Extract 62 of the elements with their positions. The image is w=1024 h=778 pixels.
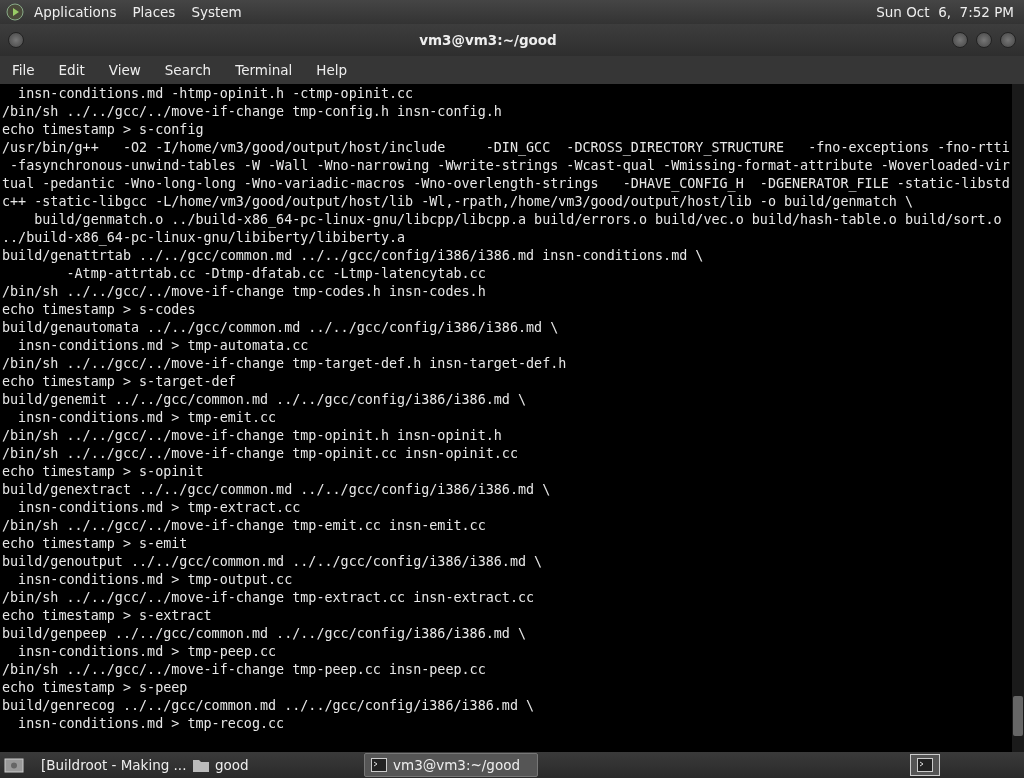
- menu-item[interactable]: File: [4, 62, 43, 78]
- terminal-line: /bin/sh ../../gcc/../move-if-change tmp-codes.h insn-codes.h: [2, 283, 487, 301]
- terminal-line: /bin/sh ../../gcc/../move-if-change tmp-extract.cc insn-extract.cc: [2, 589, 536, 607]
- terminal-line: /bin/sh ../../gcc/../move-if-change tmp-peep.cc insn-peep.cc: [2, 661, 487, 679]
- taskbar-item[interactable]: good: [186, 753, 360, 777]
- show-desktop-icon[interactable]: [4, 756, 24, 774]
- close-button[interactable]: [1000, 32, 1016, 48]
- maximize-button[interactable]: [976, 32, 992, 48]
- clock[interactable]: Sun Oct 6, 7:52 PM: [876, 4, 1018, 20]
- panel-menu[interactable]: Applications: [28, 4, 123, 20]
- terminal-line: build/genextract ../../gcc/common.md ../../gcc/config/i386/i386.md \: [2, 481, 552, 499]
- taskbar-item[interactable]: vm3@vm3:~/good: [364, 753, 538, 777]
- workspace-switcher[interactable]: [910, 754, 940, 776]
- terminal-line: insn-conditions.md > tmp-output.cc: [17, 571, 294, 589]
- terminal-line: echo timestamp > s-opinit: [2, 463, 205, 481]
- terminal-line: echo timestamp > s-extract: [2, 607, 213, 625]
- terminal-line: c++ -static-libgcc -L/home/vm3/good/output/host/lib -Wl,-rpath,/home/vm3/good/output/host/lib -o build/genmatch \: [2, 193, 914, 211]
- scrollbar[interactable]: [1011, 84, 1024, 752]
- terminal-line: /bin/sh ../../gcc/../move-if-change tmp-opinit.h insn-opinit.h: [2, 427, 503, 445]
- terminal-line: echo timestamp > s-config: [2, 121, 205, 139]
- terminal-line: insn-conditions.md > tmp-automata.cc: [17, 337, 310, 355]
- terminal-line: ../build-x86_64-pc-linux-gnu/libiberty/libiberty.a: [2, 229, 407, 247]
- play-logo-icon: [6, 3, 24, 21]
- menu-item[interactable]: Terminal: [227, 62, 301, 78]
- minimize-button[interactable]: [952, 32, 968, 48]
- terminal-line: insn-conditions.md > tmp-recog.cc: [17, 715, 286, 733]
- menu-item[interactable]: Search: [156, 62, 220, 78]
- terminal-line: build/genemit ../../gcc/common.md ../../gcc/config/i386/i386.md \: [2, 391, 528, 409]
- terminal-line: /bin/sh ../../gcc/../move-if-change tmp-target-def.h insn-target-def.h: [2, 355, 568, 373]
- terminal-line: echo timestamp > s-codes: [2, 301, 197, 319]
- terminal-icon: [371, 758, 387, 772]
- terminal-line: build/genautomata ../../gcc/common.md ../../gcc/config/i386/i386.md \: [2, 319, 560, 337]
- panel-menu[interactable]: System: [185, 4, 248, 20]
- terminal-line: insn-conditions.md > tmp-emit.cc: [17, 409, 278, 427]
- terminal-line: build/genrecog ../../gcc/common.md ../../gcc/config/i386/i386.md \: [2, 697, 536, 715]
- menu-item[interactable]: Edit: [50, 62, 93, 78]
- terminal-line: -fasynchronous-unwind-tables -W -Wall -Wno-narrowing -Wwrite-strings -Wcast-qual -Wmissing-format-attribute -Woverloaded-vir: [9, 157, 1010, 175]
- menu-item[interactable]: Help: [308, 62, 356, 78]
- window-title: vm3@vm3:~/good: [418, 32, 558, 48]
- terminal-area[interactable]: [0, 84, 1024, 752]
- terminal-line: insn-conditions.md -htmp-opinit.h -ctmp-opinit.cc: [17, 85, 415, 103]
- terminal-line: echo timestamp > s-target-def: [2, 373, 237, 391]
- window-menu-button[interactable]: [8, 32, 24, 48]
- terminal-line: build/genpeep ../../gcc/common.md ../../gcc/config/i386/i386.md \: [2, 625, 528, 643]
- terminal-line: echo timestamp > s-emit: [2, 535, 189, 553]
- terminal-line: /bin/sh ../../gcc/../move-if-change tmp-opinit.cc insn-opinit.cc: [2, 445, 519, 463]
- terminal-line: build/genmatch.o ../build-x86_64-pc-linux-gnu/libcpp/libcpp.a build/errors.o build/vec.o build/hash-table.o build/sort.o: [33, 211, 1003, 229]
- terminal-line: /bin/sh ../../gcc/../move-if-change tmp-config.h insn-config.h: [2, 103, 503, 121]
- terminal-line: build/genoutput ../../gcc/common.md ../../gcc/config/i386/i386.md \: [2, 553, 544, 571]
- terminal-line: /bin/sh ../../gcc/../move-if-change tmp-emit.cc insn-emit.cc: [2, 517, 487, 535]
- panel-menu[interactable]: Places: [126, 4, 182, 20]
- menu-item[interactable]: View: [100, 62, 149, 78]
- scrollbar-thumb[interactable]: [1012, 696, 1023, 736]
- folder-icon: [193, 758, 209, 772]
- terminal-line: build/genattrtab ../../gcc/common.md ../../gcc/config/i386/i386.md insn-conditions.md \: [2, 247, 705, 265]
- terminal-line: tual -pedantic -Wno-long-long -Wno-variadic-macros -Wno-overlength-strings -DHAVE_CONFIG_H -DGENERATOR_FILE -static-libstd: [2, 175, 1010, 193]
- terminal-line: insn-conditions.md > tmp-peep.cc: [17, 643, 278, 661]
- terminal-line: echo timestamp > s-peep: [2, 679, 189, 697]
- terminal-line: insn-conditions.md > tmp-extract.cc: [17, 499, 302, 517]
- terminal-icon: [917, 758, 933, 772]
- terminal-line: /usr/bin/g++ -O2 -I/home/vm3/good/output/host/include -DIN_GCC -DCROSS_DIRECTORY_STRUCTURE -fno-exceptions -fno-rtti: [2, 139, 1010, 157]
- terminal-line: -Atmp-attrtab.cc -Dtmp-dfatab.cc -Ltmp-latencytab.cc: [65, 265, 487, 283]
